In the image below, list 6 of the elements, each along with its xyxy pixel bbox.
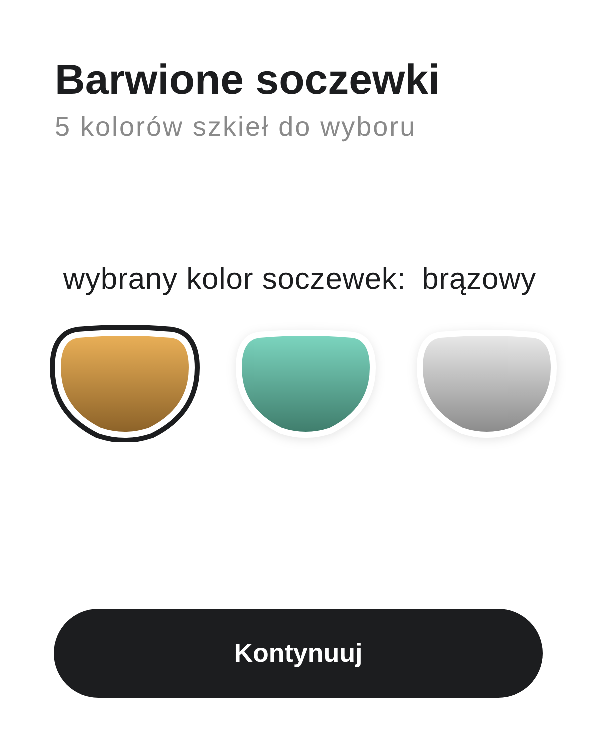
page-subtitle: 5 kolorów szkieł do wyboru — [55, 111, 417, 143]
selection-value: brązowy — [422, 262, 537, 298]
continue-button[interactable]: Kontynuuj — [54, 609, 543, 698]
lens-option[interactable] — [49, 324, 201, 442]
page-title: Barwione soczewki — [55, 55, 440, 105]
selection-label: wybrany kolor soczewek: — [63, 262, 406, 298]
